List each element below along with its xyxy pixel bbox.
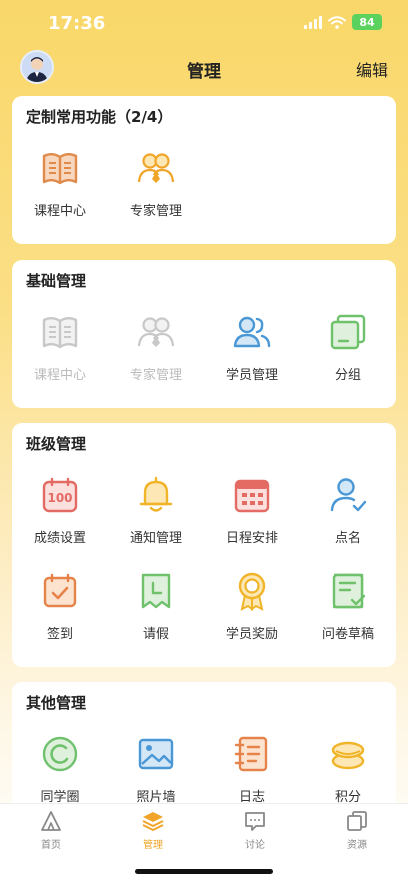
resource-icon [347, 811, 367, 831]
section-title: 定制常用功能（2/4） [26, 108, 173, 126]
function-label: 课程中心 [33, 368, 86, 383]
battery-icon: 84 [352, 14, 382, 30]
function-label: 课程中心 [33, 204, 86, 219]
check-in-icon [43, 573, 77, 608]
class-management-card: 班级管理 100 成绩设置 通知管理 日程安排 点名 签到 请假 学员奖励 问卷… [12, 423, 396, 667]
function-label: 专家管理 [129, 368, 182, 383]
function-item-leave[interactable]: 请假 [108, 563, 204, 659]
log-icon [234, 736, 268, 772]
status-time: 17:36 [48, 13, 106, 34]
tab-label: 管理 [143, 840, 163, 851]
function-label: 请假 [142, 627, 169, 642]
tab-home[interactable]: 首页 [0, 810, 102, 851]
svg-text:100: 100 [47, 491, 72, 505]
function-item-student-award[interactable]: 学员奖励 [204, 563, 300, 659]
function-grid: 课程中心 专家管理 学员管理 分组 [12, 304, 396, 400]
students-icon [233, 316, 271, 348]
function-label: 成绩设置 [33, 531, 86, 546]
function-item-group[interactable]: 分组 [300, 304, 396, 400]
function-label: 日程安排 [225, 531, 278, 546]
status-icons: 84 [304, 14, 382, 30]
function-item-roll-call[interactable]: 点名 [300, 467, 396, 563]
tab-manage[interactable]: 管理 [102, 810, 204, 851]
points-icon [331, 741, 365, 770]
function-label: 通知管理 [129, 531, 182, 546]
calendar-icon [234, 479, 270, 513]
tab-label: 首页 [41, 840, 61, 851]
home-indicator [135, 869, 273, 874]
tab-discussion[interactable]: 讨论 [204, 810, 306, 851]
function-item-course-center[interactable]: 课程中心 [12, 140, 108, 236]
group-icon [330, 314, 366, 350]
function-item-schedule[interactable]: 日程安排 [204, 467, 300, 563]
tab-resource[interactable]: 资源 [306, 810, 408, 851]
function-label: 学员管理 [225, 368, 278, 383]
book-icon [42, 317, 78, 349]
page-title: 管理 [187, 62, 221, 82]
custom-functions-card: 定制常用功能（2/4） 课程中心 专家管理 [12, 96, 396, 244]
function-item-expert-management-disabled: 专家管理 [108, 304, 204, 400]
function-item-course-center-disabled: 课程中心 [12, 304, 108, 400]
experts-icon [137, 153, 175, 183]
function-item-notification-management[interactable]: 通知管理 [108, 467, 204, 563]
header: 管理 编辑 [0, 48, 408, 88]
edit-button[interactable]: 编辑 [356, 57, 388, 81]
function-label: 专家管理 [129, 204, 182, 219]
home-icon [41, 811, 61, 831]
roll-call-icon [330, 478, 367, 512]
tab-label: 讨论 [245, 840, 265, 851]
function-grid: 课程中心 专家管理 [12, 140, 396, 236]
section-title: 其他管理 [26, 694, 87, 712]
photo-icon [138, 738, 174, 770]
award-icon [238, 572, 266, 611]
function-label: 签到 [46, 627, 73, 642]
section-title: 基础管理 [26, 272, 87, 290]
function-label: 点名 [334, 531, 361, 546]
score-icon: 100 [42, 477, 78, 513]
function-item-expert-management[interactable]: 专家管理 [108, 140, 204, 236]
status-bar: 17:36 84 [0, 0, 408, 48]
function-item-survey-draft[interactable]: 问卷草稿 [300, 563, 396, 659]
manage-icon [142, 812, 164, 831]
circle-icon [42, 736, 78, 772]
function-label: 学员奖励 [225, 627, 278, 642]
signal-icon [304, 15, 322, 29]
tab-label: 资源 [347, 840, 367, 851]
function-item-check-in[interactable]: 签到 [12, 563, 108, 659]
leave-icon [141, 573, 171, 609]
section-title: 班级管理 [26, 435, 87, 453]
function-grid: 100 成绩设置 通知管理 日程安排 点名 签到 请假 学员奖励 问卷草稿 [12, 467, 396, 659]
function-item-score-settings[interactable]: 100 成绩设置 [12, 467, 108, 563]
survey-icon [332, 573, 366, 609]
discussion-icon [245, 812, 265, 831]
function-label: 问卷草稿 [321, 627, 374, 642]
book-icon [42, 153, 78, 185]
wifi-icon [328, 15, 346, 29]
basic-management-card: 基础管理 课程中心 专家管理 学员管理 分组 [12, 260, 396, 408]
bell-icon [139, 476, 173, 512]
function-item-student-management[interactable]: 学员管理 [204, 304, 300, 400]
experts-icon [137, 317, 175, 347]
function-label: 分组 [334, 368, 361, 383]
